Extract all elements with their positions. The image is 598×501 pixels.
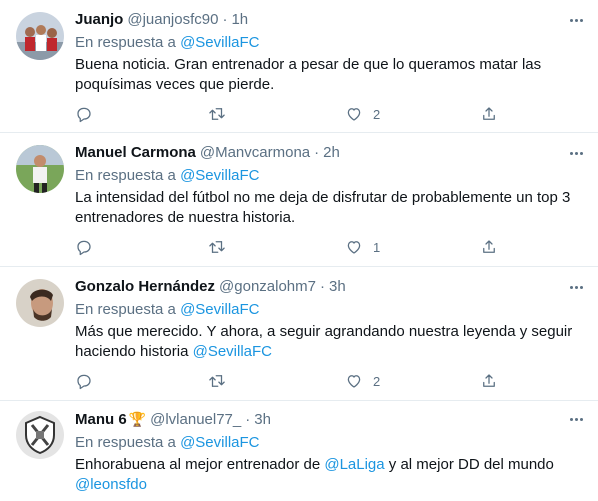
tweet-text-segment: haciendo historia bbox=[75, 343, 189, 360]
retweet-button[interactable] bbox=[208, 237, 226, 257]
timestamp[interactable]: 1h bbox=[231, 10, 248, 30]
retweet-icon bbox=[209, 108, 225, 120]
mention-link[interactable]: @SevillaFC bbox=[193, 343, 272, 360]
reply-prefix: En respuesta a bbox=[75, 34, 176, 51]
more-options-icon[interactable] bbox=[566, 10, 586, 30]
share-button[interactable] bbox=[480, 104, 498, 124]
tweet[interactable]: Gonzalo Hernández @gonzalohm7 · 3h En re… bbox=[0, 267, 598, 401]
separator: · bbox=[319, 278, 325, 295]
avatar[interactable] bbox=[16, 12, 64, 60]
reply-to-link[interactable]: @SevillaFC bbox=[180, 167, 259, 184]
tweet-text: La intensidad del fútbol no me deja de d… bbox=[75, 188, 586, 228]
reply-button[interactable] bbox=[75, 237, 93, 257]
author-handle[interactable]: @lvlanuel77_ bbox=[150, 410, 241, 430]
reply-prefix: En respuesta a bbox=[75, 434, 176, 451]
heart-icon bbox=[347, 375, 361, 388]
share-icon bbox=[483, 107, 495, 120]
avatar[interactable] bbox=[16, 279, 64, 327]
more-options-icon[interactable] bbox=[566, 277, 586, 297]
separator: · bbox=[245, 411, 251, 428]
reply-icon bbox=[77, 240, 91, 256]
reply-button[interactable] bbox=[75, 104, 93, 124]
timestamp[interactable]: 3h bbox=[329, 277, 346, 297]
tweet-header: Gonzalo Hernández @gonzalohm7 · 3h bbox=[75, 277, 586, 297]
like-button[interactable]: 2 bbox=[345, 104, 380, 124]
mention-link[interactable]: @LaLiga bbox=[324, 456, 384, 473]
tweet-feed: Juanjo @juanjosfc90 · 1h En respuesta a … bbox=[0, 0, 598, 501]
author-name[interactable]: Manu 6 bbox=[75, 410, 127, 430]
tweet-actions: 2 bbox=[75, 104, 515, 124]
share-icon bbox=[483, 374, 495, 387]
tweet-text: Enhorabuena al mejor entrenador de @LaLi… bbox=[75, 455, 586, 495]
timestamp[interactable]: 3h bbox=[254, 410, 271, 430]
author-handle[interactable]: @juanjosfc90 bbox=[127, 10, 218, 30]
tweet-actions: 2 bbox=[75, 371, 515, 391]
retweet-button[interactable] bbox=[208, 371, 226, 391]
author-name[interactable]: Gonzalo Hernández bbox=[75, 277, 215, 297]
tweet-text-line: entrenadores de nuestra historia. bbox=[75, 209, 296, 226]
author-handle[interactable]: @Manvcarmona bbox=[200, 143, 310, 163]
timestamp[interactable]: 2h bbox=[323, 143, 340, 163]
tweet-text-line: Buena noticia. Gran entrenador a pesar d… bbox=[75, 56, 542, 73]
more-options-icon[interactable] bbox=[566, 143, 586, 163]
tweet-text-line: La intensidad del fútbol no me deja de d… bbox=[75, 189, 571, 206]
trophy-icon: 🏆 bbox=[128, 411, 147, 427]
tweet-text-line: @leonsfdo bbox=[75, 475, 586, 495]
tweet-actions: 1 bbox=[75, 237, 515, 257]
reply-context: En respuesta a @SevillaFC bbox=[75, 433, 586, 453]
heart-icon bbox=[347, 108, 361, 121]
separator: · bbox=[314, 144, 320, 161]
reply-button[interactable] bbox=[75, 371, 93, 391]
author-name[interactable]: Juanjo bbox=[75, 10, 123, 30]
tweet-header: Juanjo @juanjosfc90 · 1h bbox=[75, 10, 586, 30]
tweet-text-line: Más que merecido. Y ahora, a seguir agra… bbox=[75, 323, 573, 340]
reply-prefix: En respuesta a bbox=[75, 167, 176, 184]
reply-to-link[interactable]: @SevillaFC bbox=[180, 301, 259, 318]
retweet-button[interactable] bbox=[208, 104, 226, 124]
avatar[interactable] bbox=[16, 411, 64, 459]
tweet-text: Más que merecido. Y ahora, a seguir agra… bbox=[75, 322, 586, 362]
tweet-text-segment: Enhorabuena al mejor entrenador de bbox=[75, 456, 321, 473]
share-button[interactable] bbox=[480, 371, 498, 391]
tweet-header: Manu 6 🏆 @lvlanuel77_ · 3h bbox=[75, 409, 586, 430]
reply-to-link[interactable]: @SevillaFC bbox=[180, 434, 259, 451]
tweet[interactable]: Manuel Carmona @Manvcarmona · 2h En resp… bbox=[0, 133, 598, 267]
reply-context: En respuesta a @SevillaFC bbox=[75, 166, 586, 186]
like-button[interactable]: 1 bbox=[345, 237, 380, 257]
author-name[interactable]: Manuel Carmona bbox=[75, 143, 196, 163]
tweet-text-line: haciendo historia @SevillaFC bbox=[75, 342, 586, 362]
like-count: 2 bbox=[373, 106, 381, 122]
share-icon bbox=[483, 240, 495, 253]
tweet-header: Manuel Carmona @Manvcarmona · 2h bbox=[75, 143, 586, 163]
retweet-icon bbox=[209, 241, 225, 253]
reply-to-link[interactable]: @SevillaFC bbox=[180, 34, 259, 51]
more-options-icon[interactable] bbox=[566, 409, 586, 429]
tweet-text-line: Enhorabuena al mejor entrenador de @LaLi… bbox=[75, 455, 586, 475]
reply-prefix: En respuesta a bbox=[75, 301, 176, 318]
mention-link[interactable]: @leonsfdo bbox=[75, 476, 147, 493]
like-count: 2 bbox=[373, 373, 381, 389]
tweet[interactable]: Manu 6 🏆 @lvlanuel77_ · 3h En respuesta … bbox=[0, 401, 598, 501]
avatar[interactable] bbox=[16, 145, 64, 193]
separator: · bbox=[222, 11, 228, 28]
like-count: 1 bbox=[373, 239, 381, 255]
reply-icon bbox=[77, 107, 91, 123]
heart-icon bbox=[347, 241, 361, 254]
tweet-text-segment: y al mejor DD del mundo bbox=[388, 456, 554, 473]
reply-context: En respuesta a @SevillaFC bbox=[75, 33, 586, 53]
like-button[interactable]: 2 bbox=[345, 371, 380, 391]
share-button[interactable] bbox=[480, 237, 498, 257]
author-handle[interactable]: @gonzalohm7 bbox=[219, 277, 316, 297]
retweet-icon bbox=[209, 375, 225, 387]
tweet[interactable]: Juanjo @juanjosfc90 · 1h En respuesta a … bbox=[0, 0, 598, 133]
reply-icon bbox=[77, 374, 91, 390]
tweet-text: Buena noticia. Gran entrenador a pesar d… bbox=[75, 55, 586, 95]
tweet-text-line: poquísimas veces que pierde. bbox=[75, 76, 275, 93]
reply-context: En respuesta a @SevillaFC bbox=[75, 300, 586, 320]
